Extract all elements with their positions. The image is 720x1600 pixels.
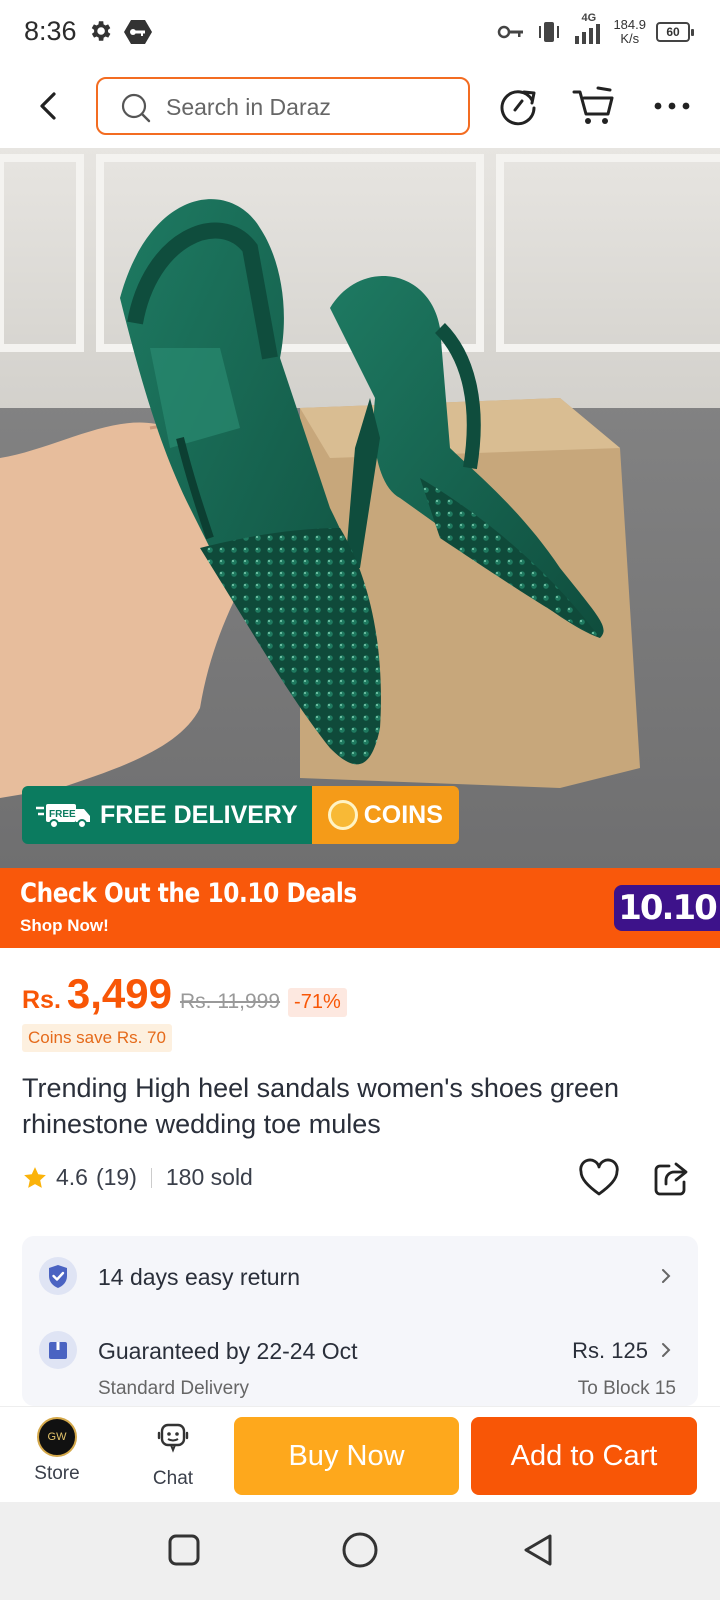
heart-icon[interactable] [578,1158,620,1200]
product-photo [0,148,720,868]
price-row: Rs. 3,499 Rs. 11,999 -71% [22,970,347,1020]
star-icon [24,1166,46,1188]
delivery-truck-icon: FREE [36,804,90,829]
original-price: Rs. 11,999 [180,990,281,1013]
status-indicators: 4G 184.9 K/s 60 [497,12,694,50]
delivery-price: Rs. 125 [572,1338,648,1363]
sold-count: 180 sold [165,1164,253,1190]
divider [150,1167,152,1188]
back-icon[interactable] [518,1530,558,1570]
rating-row[interactable]: 4.6 (19) 180 sold [22,1164,253,1191]
add-to-cart-button[interactable]: Add to Cart [471,1417,697,1495]
free-delivery-badge: FREE FREE DELIVERY [22,786,312,844]
vibrate-icon [539,22,560,42]
coins-save-badge: Coins save Rs. 70 [22,1024,172,1052]
back-arrow-icon[interactable] [30,86,70,126]
key-icon [498,25,524,39]
battery-icon: 60 [656,22,694,42]
system-nav-bar [0,1502,720,1600]
price-value: 3,499 [66,970,173,1017]
recent-apps-icon[interactable] [164,1530,204,1570]
review-count: (19) [95,1164,137,1190]
chat-label: Chat [152,1468,194,1489]
network-speed: 184.9 K/s [613,17,646,46]
home-icon[interactable] [340,1530,380,1570]
buy-now-button[interactable]: Buy Now [234,1417,459,1495]
deals-title: Check Out the 10.10 Deals [20,878,357,909]
free-delivery-label: FREE DELIVERY [100,800,298,829]
coin-icon [327,800,358,830]
return-policy-label[interactable]: 14 days easy return [98,1264,300,1291]
delivery-destination: To Block 15 [577,1378,676,1399]
svg-text:FREE: FREE [49,809,76,820]
coins-badge: COINS [311,786,459,844]
discount-badge: -71% [288,988,347,1017]
deals-badge: 10.10 [614,885,720,931]
search-input[interactable] [166,89,456,125]
status-bar: 8:36 4G 184.9 K/s 60 [0,0,720,64]
cart-icon[interactable] [570,82,618,130]
more-icon[interactable] [648,82,696,130]
delivery-type: Standard Delivery [98,1378,250,1399]
bottom-action-bar: GW Store Chat Buy Now Add to Cart [0,1406,720,1502]
signal-icon: 4G [573,12,603,46]
status-time: 8:36 [24,16,77,46]
chat-icon [157,1423,189,1453]
shield-check-icon [39,1257,77,1295]
service-card: 14 days easy return Guaranteed by 22-24 … [22,1236,698,1406]
deals-banner[interactable]: Check Out the 10.10 Deals Shop Now! 10.1… [0,868,720,948]
delivery-label[interactable]: Guaranteed by 22-24 Oct [98,1338,358,1365]
chevron-right-icon[interactable] [656,1340,676,1360]
store-label: Store [34,1463,80,1484]
chevron-right-icon[interactable] [656,1266,676,1286]
share-icon[interactable] [652,1160,690,1198]
product-image[interactable]: FREE FREE DELIVERY COINS [0,148,720,868]
store-logo: GW [37,1417,77,1457]
search-box[interactable] [96,77,470,135]
price-currency: Rs. [22,986,61,1014]
promo-strip: FREE FREE DELIVERY COINS [22,786,459,844]
coins-label: COINS [363,800,443,829]
gear-icon [91,21,111,41]
top-header [0,64,720,148]
vpn-key-icon [124,20,152,44]
search-icon [121,93,151,123]
product-title: Trending High heel sandals women's shoes… [22,1073,620,1139]
refresh-icon[interactable] [494,82,542,130]
chat-button[interactable]: Chat [140,1417,206,1490]
rating-value: 4.6 [56,1164,88,1190]
delivery-box-icon [39,1331,77,1369]
deals-subtitle: Shop Now! [20,916,109,935]
store-button[interactable]: GW Store [24,1417,90,1485]
